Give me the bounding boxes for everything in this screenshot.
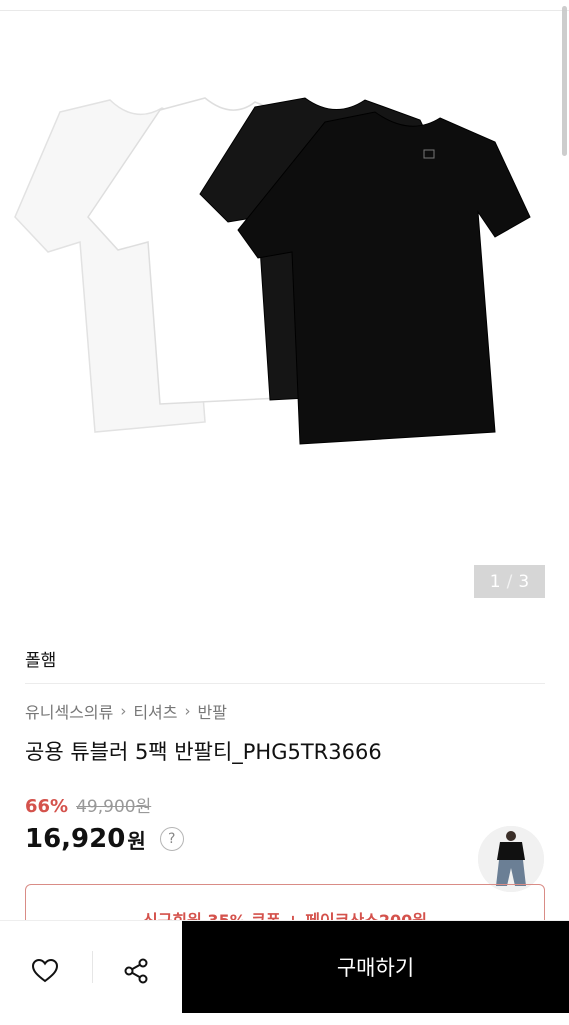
share-icon <box>124 958 148 984</box>
price-currency: 원 <box>127 828 146 853</box>
image-counter: 1 / 3 <box>474 565 545 598</box>
counter-current: 1 <box>489 571 501 592</box>
top-divider <box>0 0 569 11</box>
product-image[interactable] <box>0 12 569 612</box>
discount-row: 66% 49,900원 <box>25 792 151 817</box>
buy-button[interactable]: 구매하기 <box>182 921 569 1013</box>
bar-divider <box>92 951 93 983</box>
breadcrumb-item[interactable]: 유니섹스의류 <box>25 699 113 723</box>
discount-rate: 66% <box>25 796 69 817</box>
model-avatar[interactable] <box>478 826 544 892</box>
chevron-right-icon: › <box>120 702 127 720</box>
breadcrumb-item[interactable]: 티셔츠 <box>133 699 177 723</box>
counter-total: 3 <box>518 571 530 592</box>
brand-divider <box>25 683 545 684</box>
breadcrumb: 유니섹스의류 › 티셔츠 › 반팔 <box>25 699 227 723</box>
model-figure <box>478 826 544 892</box>
bottom-action-bar: 구매하기 <box>0 920 569 1025</box>
breadcrumb-item[interactable]: 반팔 <box>198 699 227 723</box>
model-shirt <box>497 842 525 860</box>
help-icon[interactable]: ? <box>159 827 184 851</box>
wishlist-button[interactable] <box>24 951 66 991</box>
price-row: 16,920 원 ? <box>25 824 184 854</box>
counter-separator: / <box>506 571 513 592</box>
sale-price: 16,920 <box>25 824 126 854</box>
product-title: 공용 튜블러 5팩 반팔티_PHG5TR3666 <box>25 740 382 764</box>
heart-icon <box>31 958 59 983</box>
original-price: 49,900원 <box>76 797 152 817</box>
chevron-right-icon: › <box>184 702 191 720</box>
brand-name[interactable]: 폴햄 <box>25 646 56 671</box>
model-head <box>506 831 516 841</box>
share-button[interactable] <box>115 951 157 991</box>
